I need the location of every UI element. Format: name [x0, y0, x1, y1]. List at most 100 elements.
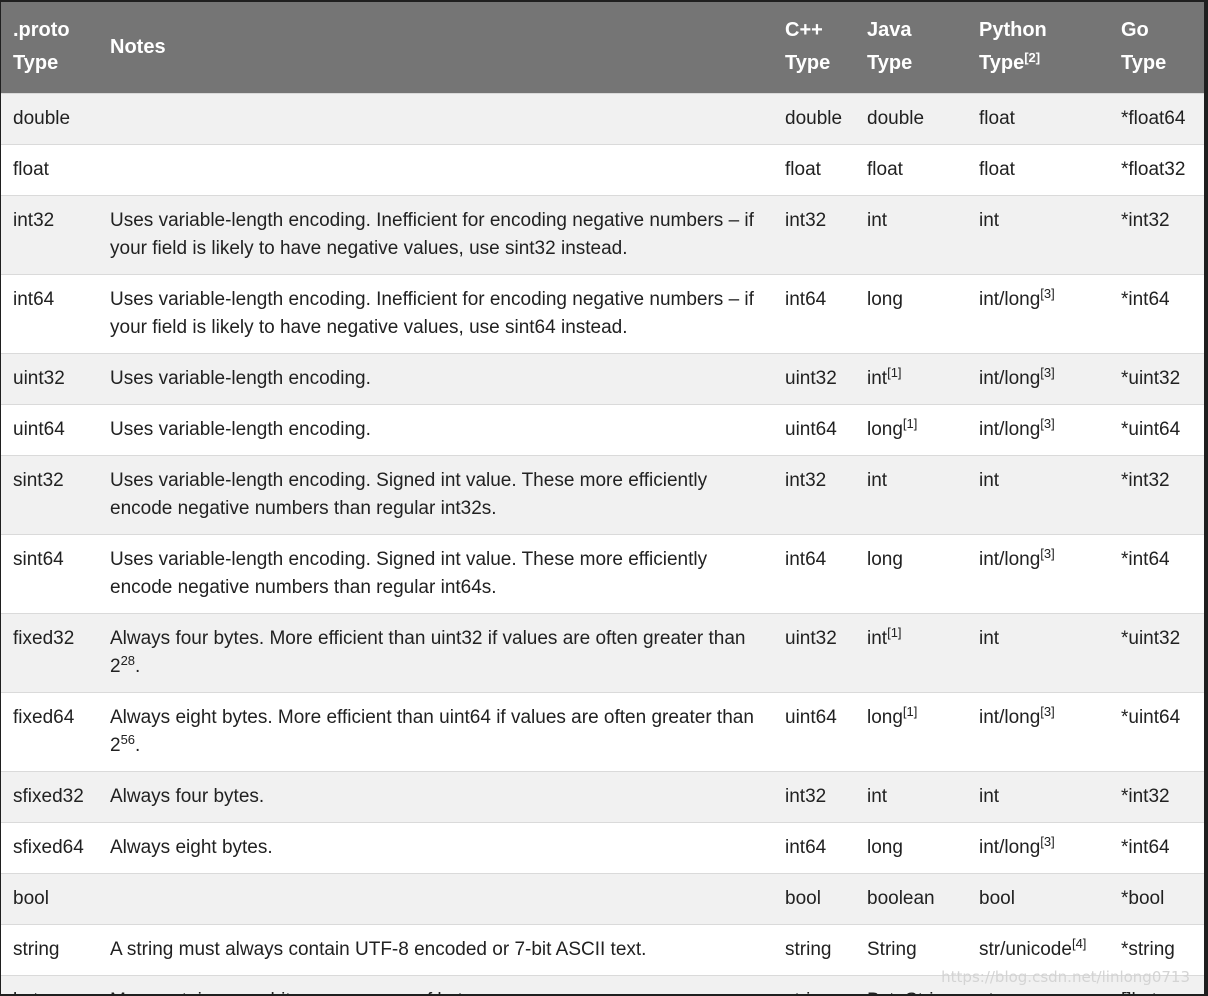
go-type-value: *float64	[1121, 107, 1186, 129]
table-row: bool bool boolean bool *bool	[1, 872, 1204, 924]
cell-cpp-type: int32	[773, 194, 855, 274]
proto-type-value: fixed32	[13, 627, 75, 649]
proto-type-value: string	[13, 938, 60, 960]
java-footnote-link[interactable]: [1]	[903, 704, 917, 719]
table-row: sint64 Uses variable-length encoding. Sig…	[1, 533, 1204, 613]
python-footnote-link[interactable]: [3]	[1040, 704, 1054, 719]
cell-proto-type: uint64	[1, 403, 98, 455]
cell-java-type: int	[855, 194, 967, 274]
table-row: uint32 Uses variable-length encoding. uint…	[1, 352, 1204, 404]
cell-go-type: []byte	[1109, 974, 1204, 995]
cpp-type-value: uint32	[785, 627, 837, 649]
proto-type-value: bool	[13, 887, 49, 909]
cpp-type-value: string	[785, 938, 832, 960]
cell-proto-type: int32	[1, 194, 98, 274]
header-cpp-type: C++ Type	[773, 2, 855, 93]
scalar-types-table-frame: .proto Type Notes C++ Type Java Type Pyt…	[1, 2, 1204, 994]
cell-cpp-type: int32	[773, 454, 855, 534]
cell-proto-type: bool	[1, 872, 98, 924]
table-row: string A string must always contain UTF-8…	[1, 923, 1204, 975]
cpp-type-value: float	[785, 158, 821, 180]
notes-text: Uses variable-length encoding. Signed in…	[110, 469, 708, 519]
cell-python-type: int	[967, 194, 1109, 274]
python-type-value: int/long	[979, 836, 1041, 858]
cell-go-type: *uint64	[1109, 403, 1204, 455]
cell-cpp-type: uint32	[773, 612, 855, 692]
cell-proto-type: sfixed64	[1, 821, 98, 873]
table-row: int64 Uses variable-length encoding. Inef…	[1, 273, 1204, 353]
go-type-value: *int64	[1121, 548, 1170, 570]
cpp-type-value: int64	[785, 836, 827, 858]
go-type-value: *float32	[1121, 158, 1186, 180]
java-type-value: long	[867, 548, 903, 570]
cell-cpp-type: int64	[773, 533, 855, 613]
cell-proto-type: uint32	[1, 352, 98, 404]
java-type-value: float	[867, 158, 903, 180]
python-type-value: int	[979, 785, 1000, 807]
cell-proto-type: double	[1, 92, 98, 144]
header-python-footnote[interactable]: [2]	[1024, 50, 1040, 65]
cell-notes: Always eight bytes. More efficient than …	[98, 691, 773, 771]
python-footnote-link[interactable]: [3]	[1040, 546, 1054, 561]
java-type-value: int	[867, 367, 888, 389]
header-java-line1: Java	[867, 19, 912, 42]
header-python-line1: Python	[979, 19, 1047, 42]
notes-text: A string must always contain UTF-8 encod…	[110, 938, 647, 960]
java-footnote-link[interactable]: [1]	[903, 416, 917, 431]
notes-text: Always four bytes.	[110, 785, 265, 807]
java-type-value: int	[867, 209, 888, 231]
cell-cpp-type: bool	[773, 872, 855, 924]
cell-java-type: long[1]	[855, 403, 967, 455]
cell-java-type: String	[855, 923, 967, 975]
cell-python-type: int	[967, 454, 1109, 534]
cpp-type-value: int32	[785, 209, 827, 231]
header-java-type: Java Type	[855, 2, 967, 93]
cell-cpp-type: float	[773, 143, 855, 195]
cell-python-type: bool	[967, 872, 1109, 924]
go-type-value: []byte	[1121, 990, 1167, 995]
java-type-value: long	[867, 288, 903, 310]
cpp-type-value: int32	[785, 785, 827, 807]
python-footnote-link[interactable]: [3]	[1040, 834, 1054, 849]
python-type-value: int/long	[979, 548, 1041, 570]
python-type-value: int/long	[979, 367, 1041, 389]
cell-java-type: long[1]	[855, 691, 967, 771]
notes-text: Always eight bytes.	[110, 836, 273, 858]
java-type-value: int	[867, 627, 888, 649]
table-row: float float float float *float32	[1, 143, 1204, 195]
cell-python-type: int/long[3]	[967, 273, 1109, 353]
notes-text: Always eight bytes. More efficient than …	[110, 706, 754, 756]
cell-python-type: int	[967, 770, 1109, 822]
table-row: bytes May contain any arbitrary sequence …	[1, 974, 1204, 995]
cell-go-type: *bool	[1109, 872, 1204, 924]
java-footnote-link[interactable]: [1]	[887, 625, 901, 640]
cell-notes: May contain any arbitrary sequence of by…	[98, 974, 773, 994]
python-footnote-link[interactable]: [3]	[1040, 365, 1054, 380]
proto-type-value: uint64	[13, 418, 65, 440]
cell-java-type: float	[855, 143, 967, 195]
cpp-type-value: int64	[785, 288, 827, 310]
python-footnote-link[interactable]: [3]	[1040, 286, 1054, 301]
python-footnote-link[interactable]: [4]	[1072, 936, 1086, 951]
python-type-value: str/unicode	[979, 938, 1072, 960]
cell-python-type: int/long[3]	[967, 821, 1109, 873]
cell-python-type: int/long[3]	[967, 352, 1109, 404]
python-footnote-link[interactable]: [3]	[1040, 416, 1054, 431]
cpp-type-value: int64	[785, 548, 827, 570]
header-go-type: Go Type	[1109, 2, 1204, 93]
java-type-value: long	[867, 418, 903, 440]
go-type-value: *int32	[1121, 785, 1170, 807]
java-footnote-link[interactable]: [1]	[887, 365, 901, 380]
cell-go-type: *int64	[1109, 821, 1204, 873]
go-type-value: *uint32	[1121, 367, 1181, 389]
cell-go-type: *int32	[1109, 454, 1204, 534]
cell-python-type: str	[967, 974, 1109, 994]
cell-python-type: int/long[3]	[967, 691, 1109, 771]
table-row: sint32 Uses variable-length encoding. Sig…	[1, 454, 1204, 534]
cell-proto-type: sfixed32	[1, 770, 98, 822]
proto-type-value: sfixed64	[13, 836, 84, 858]
cell-notes	[98, 143, 773, 195]
cell-notes: Uses variable-length encoding. Inefficie…	[98, 194, 773, 274]
go-type-value: *string	[1121, 938, 1175, 960]
table-body: double double double float *float64 float floa…	[1, 92, 1204, 995]
